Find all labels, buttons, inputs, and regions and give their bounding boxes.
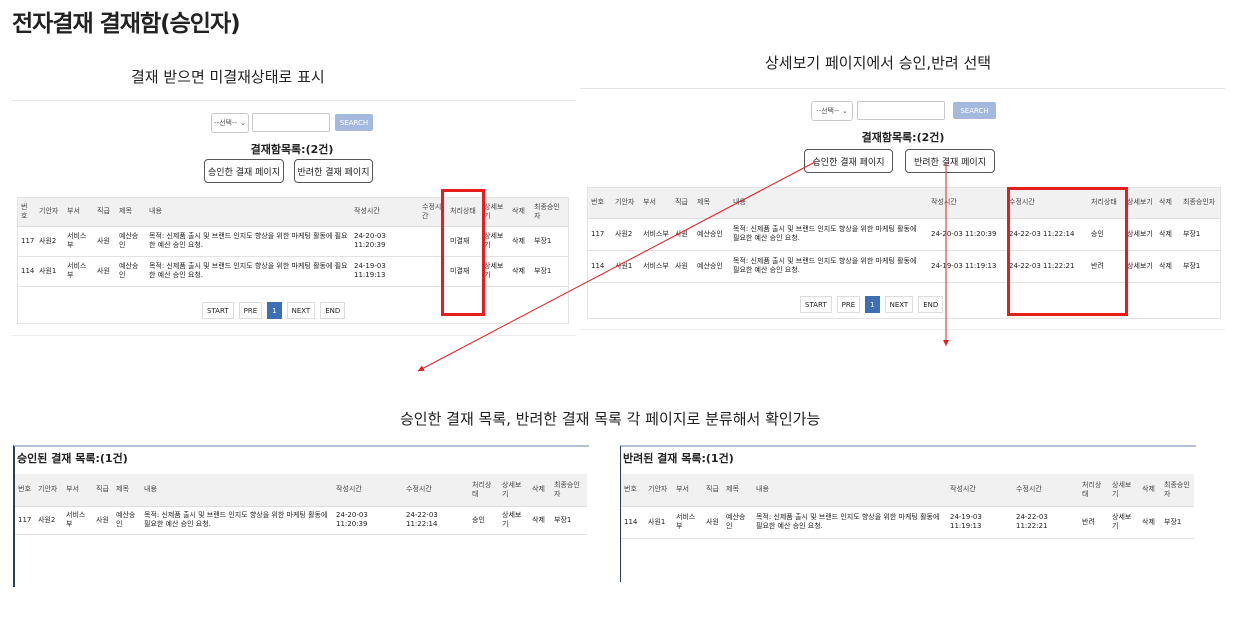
col-created: 작성시간 — [947, 474, 1013, 507]
cell-modified: 24-22-03 11:22:21 — [1013, 506, 1079, 539]
col-rank: 직급 — [703, 474, 723, 507]
cell-rank: 사원 — [703, 506, 723, 539]
col-drafter: 기안자 — [35, 474, 63, 507]
col-detail: 상세보기 — [499, 474, 529, 507]
approved-list-title: 승인된 결재 목록:(1건) — [17, 452, 128, 465]
rejected-table: 번호 기안자 부서 직급 제목 내용 작성시간 수정시간 처리상태 상세보기 삭… — [621, 474, 1194, 539]
cell-drafter: 사원1 — [645, 506, 673, 539]
col-delete: 삭제 — [1139, 474, 1161, 507]
table-row: 117 사원2 서비스부 사원 예산승인 목적: 신제품 출시 및 브랜드 인지… — [15, 506, 587, 535]
col-status: 처리상태 — [1079, 474, 1109, 507]
col-status: 처리상태 — [469, 474, 499, 507]
col-no: 번호 — [15, 474, 35, 507]
cell-dept: 서비스부 — [673, 506, 703, 539]
table-row: 114 사원1 서비스부 사원 예산승인 목적: 신제품 출시 및 브랜드 인지… — [621, 506, 1194, 539]
cell-created: 24-19-03 11:19:13 — [947, 506, 1013, 539]
col-dept: 부서 — [673, 474, 703, 507]
cell-no: 117 — [15, 506, 35, 535]
cell-content: 목적: 신제품 출시 및 브랜드 인지도 향상을 위한 마케팅 활동에 필요한 … — [141, 506, 333, 535]
col-no: 번호 — [621, 474, 645, 507]
rejected-list-screen: 반려된 결재 목록:(1건) 번호 기안자 부서 직급 제목 내용 작성시간 수… — [620, 445, 1196, 582]
cell-modified: 24-22-03 11:22:14 — [403, 506, 469, 535]
cell-title: 예산승인 — [723, 506, 753, 539]
detail-link[interactable]: 상세보기 — [499, 506, 529, 535]
arrow-to-approved-list — [417, 161, 816, 372]
cell-rank: 사원 — [93, 506, 113, 535]
approved-list-screen: 승인된 결재 목록:(1건) 번호 기안자 부서 직급 제목 내용 작성시간 수… — [13, 445, 589, 587]
col-final-approver: 최종승인자 — [551, 474, 587, 507]
col-final-approver: 최종승인자 — [1161, 474, 1194, 507]
cell-final-approver: 부장1 — [1161, 506, 1194, 539]
cell-dept: 서비스부 — [63, 506, 93, 535]
col-modified: 수정시간 — [403, 474, 469, 507]
cell-status: 반려 — [1079, 506, 1109, 539]
approved-table: 번호 기안자 부서 직급 제목 내용 작성시간 수정시간 처리상태 상세보기 삭… — [15, 474, 587, 535]
col-dept: 부서 — [63, 474, 93, 507]
cell-content: 목적: 신제품 출시 및 브랜드 인지도 향상을 위한 마케팅 활동에 필요한 … — [753, 506, 947, 539]
cell-status: 승인 — [469, 506, 499, 535]
rejected-list-title: 반려된 결재 목록:(1건) — [623, 452, 734, 465]
col-detail: 상세보기 — [1109, 474, 1139, 507]
detail-link[interactable]: 상세보기 — [1109, 506, 1139, 539]
col-modified: 수정시간 — [1013, 474, 1079, 507]
col-content: 내용 — [141, 474, 333, 507]
col-title: 제목 — [723, 474, 753, 507]
col-drafter: 기안자 — [645, 474, 673, 507]
cell-final-approver: 부장1 — [551, 506, 587, 535]
cell-no: 114 — [621, 506, 645, 539]
cell-drafter: 사원2 — [35, 506, 63, 535]
col-rank: 직급 — [93, 474, 113, 507]
cell-created: 24-20-03 11:20:39 — [333, 506, 403, 535]
col-created: 작성시간 — [333, 474, 403, 507]
col-delete: 삭제 — [529, 474, 551, 507]
delete-link[interactable]: 삭제 — [529, 506, 551, 535]
cell-title: 예산승인 — [113, 506, 141, 535]
col-content: 내용 — [753, 474, 947, 507]
delete-link[interactable]: 삭제 — [1139, 506, 1161, 539]
col-title: 제목 — [113, 474, 141, 507]
